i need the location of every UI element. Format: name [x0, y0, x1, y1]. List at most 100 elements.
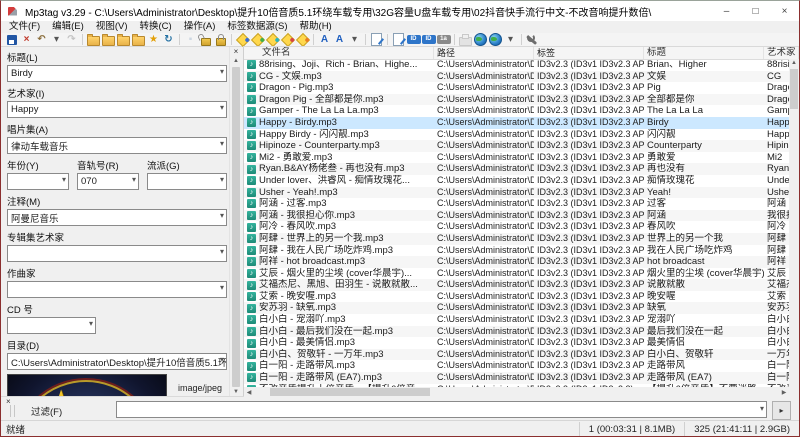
vertical-scrollbar[interactable]: ▲ [789, 59, 799, 387]
print-icon[interactable] [459, 33, 472, 46]
filter-grip[interactable] [10, 405, 15, 417]
folder-up-icon[interactable] [132, 33, 145, 46]
undo-dropdown-icon[interactable]: ▾ [50, 33, 63, 46]
scroll-thumb[interactable] [790, 69, 798, 109]
folder-playlist-icon[interactable] [117, 33, 130, 46]
horizontal-scrollbar[interactable]: ◀ ▶ [244, 387, 789, 397]
edit-note-icon[interactable] [370, 33, 383, 46]
year-field[interactable]: ▾ [7, 173, 69, 190]
favorites-icon[interactable]: ★ [147, 33, 160, 46]
table-row[interactable]: ♪白小白、贺敬轩 - 一万年.mp3C:\Users\Administrator… [244, 349, 789, 361]
table-row[interactable]: ♪安苏羽 - 缺氧.mp3C:\Users\Administrator\Desk… [244, 302, 789, 314]
minimize-icon[interactable]: – [712, 1, 741, 21]
id3v1-icon[interactable]: ID [407, 33, 420, 46]
menu-edit[interactable]: 编辑(E) [46, 21, 90, 33]
table-row[interactable]: ♪Dragon - Pig.mp3C:\Users\Administrator\… [244, 82, 789, 94]
table-row[interactable]: ♪Happy Birdy - 闪闪靓.mp3C:\Users\Administr… [244, 129, 789, 141]
scroll-up-icon[interactable]: ▲ [231, 57, 241, 66]
table-row[interactable]: ♪白一阳 - 走路带风 (EA7).mp3C:\Users\Administra… [244, 372, 789, 384]
close-icon[interactable]: × [770, 1, 799, 21]
undo-icon[interactable]: ↶ [35, 33, 48, 46]
table-row[interactable]: ♪CG - 文娱.mp3C:\Users\Administrator\Deskt… [244, 71, 789, 83]
comment-field[interactable]: 阿曼尼音乐▾ [7, 209, 227, 226]
table-row[interactable]: ♪阿祥 - hot broadcast.mp3C:\Users\Administ… [244, 256, 789, 268]
tag-green-icon[interactable] [251, 33, 264, 46]
unlock-icon[interactable] [199, 33, 212, 46]
table-row[interactable]: ♪艾福杰尼、黑旭、田羽生 - 说散就散...C:\Users\Administr… [244, 279, 789, 291]
column-header-tag[interactable]: 标签 [534, 47, 644, 59]
lock-icon[interactable] [214, 33, 227, 46]
table-row[interactable]: ♪阿冷 - 春风吹.mp3C:\Users\Administrator\Desk… [244, 221, 789, 233]
table-row[interactable]: ♪阿涵 - 过客.mp3C:\Users\Administrator\Deskt… [244, 198, 789, 210]
tag-cyan-icon[interactable] [266, 33, 279, 46]
change-directory-icon[interactable] [87, 33, 100, 46]
table-row[interactable]: ♪阿肆 - 世界上的另一个我.mp3C:\Users\Administrator… [244, 233, 789, 245]
panel-scrollbar[interactable]: × ▲ ▼ [229, 47, 242, 397]
disc-field[interactable]: ▾ [7, 317, 96, 334]
tag-red-icon[interactable] [281, 33, 294, 46]
table-row[interactable]: ♪白小白 - 最美情侣.mp3C:\Users\Administrator\De… [244, 337, 789, 349]
web-dropdown-icon[interactable]: ▾ [504, 33, 517, 46]
album-artist-field[interactable]: ▾ [7, 245, 227, 262]
table-row[interactable]: ♪艾辰 - 烟火里的尘埃 (cover华晨宇)...C:\Users\Admin… [244, 268, 789, 280]
menu-view[interactable]: 视图(V) [90, 21, 134, 33]
track-field[interactable]: 070▾ [77, 173, 139, 190]
column-header-filename[interactable]: 文件名 [244, 47, 434, 59]
composer-field[interactable]: ▾ [7, 281, 227, 298]
menu-actions[interactable]: 操作(A) [178, 21, 222, 33]
table-row[interactable]: ♪阿涵 - 我很担心你.mp3C:\Users\Administrator\De… [244, 210, 789, 222]
genre-field[interactable]: ▾ [147, 173, 227, 190]
tag-orange-icon[interactable] [296, 33, 309, 46]
table-row[interactable]: ♪白一阳 - 走路带风.mp3C:\Users\Administrator\De… [244, 360, 789, 372]
table-row[interactable]: ♪白小白 - 最后我们没在一起.mp3C:\Users\Administrato… [244, 326, 789, 338]
table-row[interactable]: ♪88rising、Joji、Rich - Brian、Highe...C:\U… [244, 59, 789, 71]
title-field[interactable]: Birdy▾ [7, 65, 227, 82]
web-source-icon[interactable] [474, 33, 487, 46]
font-case-icon[interactable]: A [318, 33, 331, 46]
numbering-icon[interactable]: 1a [437, 33, 450, 46]
column-header-path[interactable]: 路径 [434, 47, 534, 59]
table-row[interactable]: ♪Happy - Birdy.mp3C:\Users\Administrator… [244, 117, 789, 129]
filter-input[interactable]: ▾ [116, 401, 767, 418]
table-row[interactable]: ♪Under lover、洪睿风 - 痴情玫瑰花...C:\Users\Admi… [244, 175, 789, 187]
case-dropdown-icon[interactable]: ▾ [348, 33, 361, 46]
artist-field[interactable]: Happy▾ [7, 101, 227, 118]
table-row[interactable]: ♪阿肆 - 我在人民广场吃炸鸡.mp3C:\Users\Administrato… [244, 245, 789, 257]
table-row[interactable]: ♪Dragon Pig - 全部都是你.mp3C:\Users\Administ… [244, 94, 789, 106]
scroll-left-icon[interactable]: ◀ [244, 389, 254, 396]
menu-convert[interactable]: 转换(C) [133, 21, 177, 33]
menu-help[interactable]: 帮助(H) [294, 21, 338, 33]
filter-apply-button[interactable]: ▸ [772, 401, 791, 420]
options-icon[interactable] [526, 33, 539, 46]
save-tag-icon[interactable] [5, 33, 18, 46]
table-row[interactable]: ♪Ryan.B&AY杨佬叁 - 再也没有.mp3C:\Users\Adminis… [244, 163, 789, 175]
table-row[interactable]: ♪Hipinoze - Counterparty.mp3C:\Users\Adm… [244, 140, 789, 152]
web-source2-icon[interactable] [489, 33, 502, 46]
remove-tag-icon[interactable]: × [20, 33, 33, 46]
font-case2-icon[interactable]: A [333, 33, 346, 46]
table-row[interactable]: ♪艾索 - 晚安喔.mp3C:\Users\Administrator\Desk… [244, 291, 789, 303]
table-row[interactable]: ♪Mi2 - 勇敢爱.mp3C:\Users\Administrator\Des… [244, 152, 789, 164]
scroll-up-icon[interactable]: ▲ [789, 59, 799, 68]
refresh-icon[interactable]: ↻ [162, 33, 175, 46]
scroll-right-icon[interactable]: ▶ [779, 389, 789, 396]
add-directory-icon[interactable] [102, 33, 115, 46]
column-header-title[interactable]: 标题 [644, 47, 764, 59]
table-row[interactable]: ♪Gamper - The La La La.mp3C:\Users\Admin… [244, 105, 789, 117]
maximize-icon[interactable]: □ [741, 1, 770, 21]
id3v2-icon[interactable]: ID [422, 33, 435, 46]
column-header-artist[interactable]: 艺术家 [764, 47, 799, 59]
scroll-thumb[interactable] [270, 388, 430, 396]
panel-close-icon[interactable]: × [230, 47, 242, 57]
menu-tag-sources[interactable]: 标签数据源(S) [221, 21, 293, 33]
text-file-icon[interactable]: ▪ [184, 33, 197, 46]
directory-field[interactable]: C:\Users\Administrator\Desktop\提升10倍音质5.… [7, 353, 227, 370]
redo-icon[interactable]: ↷ [65, 33, 78, 46]
album-field[interactable]: 律动车载音乐▾ [7, 137, 227, 154]
menu-file[interactable]: 文件(F) [3, 21, 46, 33]
scroll-thumb[interactable] [232, 67, 240, 387]
tag-blue-icon[interactable] [236, 33, 249, 46]
table-row[interactable]: ♪Usher - Yeah!.mp3C:\Users\Administrator… [244, 187, 789, 199]
playlist-icon[interactable] [392, 33, 405, 46]
table-row[interactable]: ♪白小白 - 宠溺吖.mp3C:\Users\Administrator\Des… [244, 314, 789, 326]
